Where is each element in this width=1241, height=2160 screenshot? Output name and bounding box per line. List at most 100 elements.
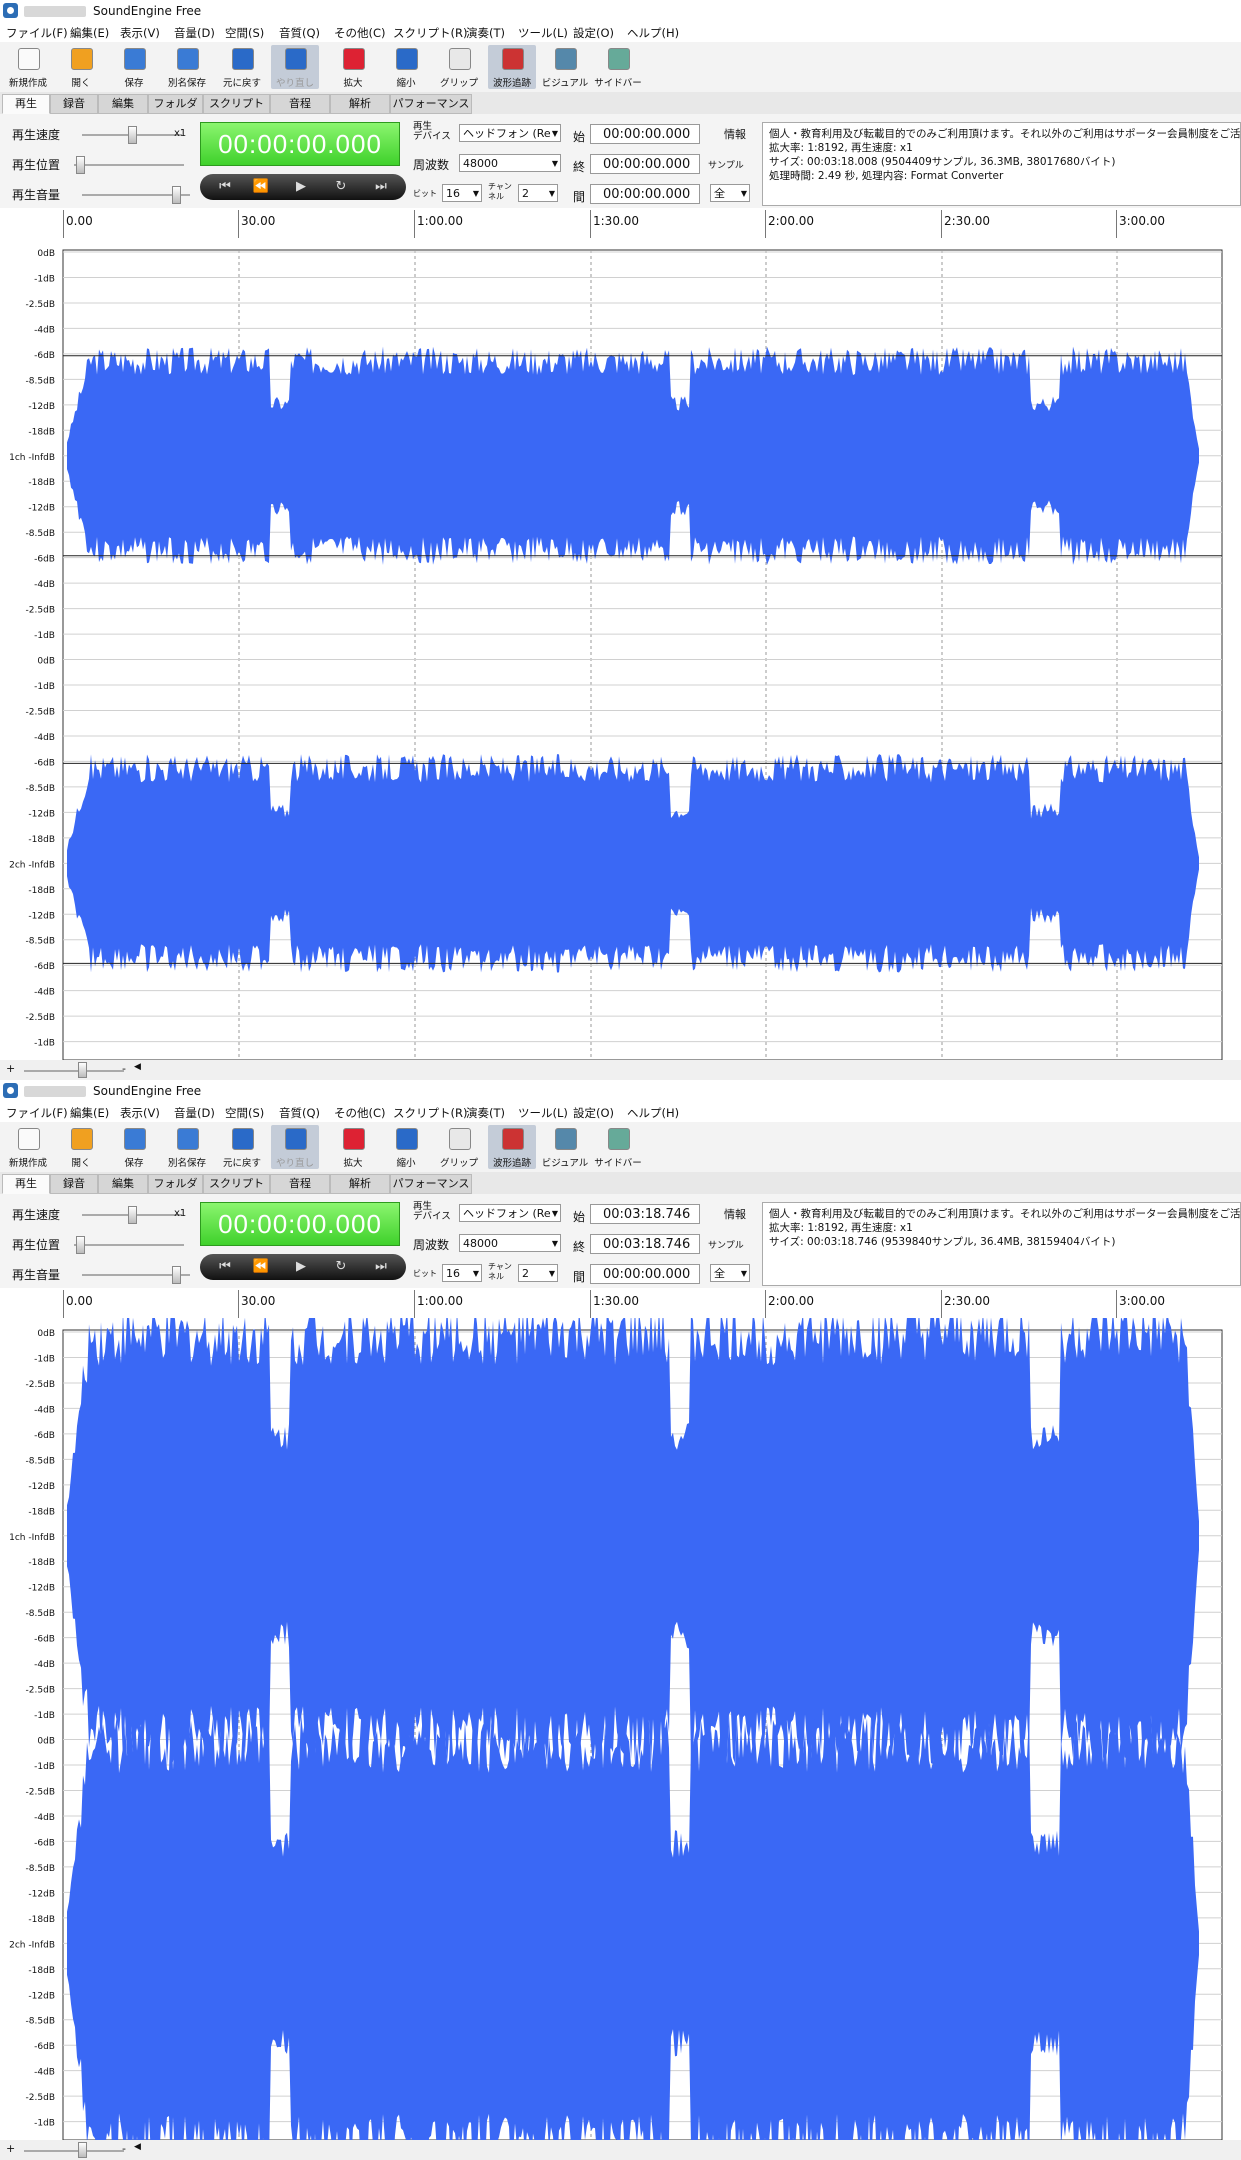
position-slider[interactable] [74,1244,184,1246]
tab[interactable]: 再生 [2,94,50,114]
horizontal-scrollbar[interactable]: + - ◀ [0,1060,1241,1080]
toolbar-button[interactable]: 元に戻す [218,1125,266,1169]
toolbar-button[interactable]: 拡大 [329,45,377,89]
skip-start-icon[interactable]: ⏮ [210,178,240,196]
menu-item[interactable]: 設定(O) [573,25,614,41]
tab[interactable]: 再生 [2,1174,50,1194]
waveform-area[interactable]: 0dB -1dB -2.5dB -4dB -6dB -8.5dB -12dB -18dB 1ch… [0,238,1241,1060]
toolbar-button[interactable]: 開く [57,1125,105,1169]
scroll-left-icon[interactable]: ◀ [134,1062,141,1072]
device-select[interactable]: ヘッドフォン (Re ▼ [459,124,561,142]
menu-item[interactable]: ヘルプ(H) [627,25,679,41]
toolbar-button[interactable]: 別名保存 [163,1125,211,1169]
menu-item[interactable]: スクリプト(R) [393,25,467,41]
toolbar-button[interactable]: 保存 [110,45,158,89]
waveform-svg[interactable]: 0dB -1dB -2.5dB -4dB -6dB -8.5dB -12dB -18dB 1ch… [0,238,1241,1060]
start-time-field[interactable]: 00:00:00.000 [590,124,700,144]
zoom-minus-icon[interactable]: - [122,2142,126,2155]
toolbar-button[interactable]: 保存 [110,1125,158,1169]
tab[interactable]: 解析 [330,1174,390,1194]
tab[interactable]: 音程 [270,1174,330,1194]
end-time-field[interactable]: 00:03:18.746 [590,1234,700,1254]
toolbar-button[interactable]: サイドバー [594,1125,642,1169]
menu-item[interactable]: 音量(D) [174,1105,215,1121]
tab[interactable]: フォルダ [148,1174,203,1194]
toolbar-button[interactable]: 波形追跡 [488,45,536,89]
tab[interactable]: 解析 [330,94,390,114]
toolbar-button[interactable]: 縮小 [382,45,430,89]
menu-item[interactable]: ツール(L) [518,25,568,41]
start-time-field[interactable]: 00:03:18.746 [590,1204,700,1224]
toolbar-button[interactable]: 波形追跡 [488,1125,536,1169]
speed-slider-thumb[interactable] [128,1206,137,1224]
toolbar-button[interactable]: 新規作成 [4,1125,52,1169]
toolbar-button[interactable]: 開く [57,45,105,89]
tab[interactable]: フォルダ [148,94,203,114]
skip-start-icon[interactable]: ⏮ [210,1258,240,1276]
waveform-svg[interactable]: 0dB -1dB -2.5dB -4dB -6dB -8.5dB -12dB -18dB 1ch… [0,1318,1241,2140]
menu-item[interactable]: 編集(E) [70,1105,109,1121]
toolbar-button[interactable]: 元に戻す [218,45,266,89]
device-select[interactable]: ヘッドフォン (Re ▼ [459,1204,561,1222]
zoom-plus-icon[interactable]: + [6,1062,15,1075]
toolbar-button[interactable]: やり直し [271,1125,319,1169]
freq-select[interactable]: 48000 ▼ [459,154,561,172]
zoom-plus-icon[interactable]: + [6,2142,15,2155]
position-slider[interactable] [74,164,184,166]
tab[interactable]: 録音 [50,1174,98,1194]
toolbar-button[interactable]: やり直し [271,45,319,89]
menu-item[interactable]: 演奏(T) [466,25,505,41]
menu-item[interactable]: 音量(D) [174,25,215,41]
toolbar-button[interactable]: グリップ [435,1125,483,1169]
menu-item[interactable]: ファイル(F) [6,25,68,41]
zoom-slider[interactable] [24,1070,124,1072]
tab[interactable]: 録音 [50,94,98,114]
toolbar-button[interactable]: 拡大 [329,1125,377,1169]
span-time-field[interactable]: 00:00:00.000 [590,1264,700,1284]
menu-item[interactable]: 空間(S) [225,25,264,41]
rewind-icon[interactable]: ⏪ [246,178,276,196]
speed-slider-thumb[interactable] [128,126,137,144]
toolbar-button[interactable]: グリップ [435,45,483,89]
waveform-area[interactable]: 0dB -1dB -2.5dB -4dB -6dB -8.5dB -12dB -18dB 1ch… [0,1318,1241,2140]
position-slider-thumb[interactable] [76,156,85,174]
tab[interactable]: 音程 [270,94,330,114]
menu-item[interactable]: 表示(V) [120,1105,160,1121]
toolbar-button[interactable]: サイドバー [594,45,642,89]
menu-item[interactable]: 音質(Q) [279,25,320,41]
volume-slider-thumb[interactable] [172,186,181,204]
play-icon[interactable]: ▶ [286,1258,316,1276]
menu-item[interactable]: ファイル(F) [6,1105,68,1121]
volume-slider-thumb[interactable] [172,1266,181,1284]
menu-item[interactable]: 設定(O) [573,1105,614,1121]
span-unit-select[interactable]: 全 ▼ [710,1264,750,1282]
freq-select[interactable]: 48000 ▼ [459,1234,561,1252]
skip-end-icon[interactable]: ⏭ [366,1258,396,1276]
tab[interactable]: パフォーマンス [390,94,472,114]
bit-select[interactable]: 16 ▼ [442,1264,482,1282]
tab[interactable]: 編集 [98,1174,148,1194]
toolbar-button[interactable]: 新規作成 [4,45,52,89]
position-slider-thumb[interactable] [76,1236,85,1254]
tab[interactable]: パフォーマンス [390,1174,472,1194]
zoom-slider[interactable] [24,2150,124,2152]
tab[interactable]: スクリプト [203,1174,270,1194]
rewind-icon[interactable]: ⏪ [246,1258,276,1276]
zoom-slider-thumb[interactable] [78,1062,87,1078]
menu-item[interactable]: 演奏(T) [466,1105,505,1121]
menu-item[interactable]: 音質(Q) [279,1105,320,1121]
toolbar-button[interactable]: ビジュアル [541,1125,589,1169]
menu-item[interactable]: 編集(E) [70,25,109,41]
toolbar-button[interactable]: 別名保存 [163,45,211,89]
menu-item[interactable]: 表示(V) [120,25,160,41]
tab[interactable]: スクリプト [203,94,270,114]
menu-item[interactable]: ヘルプ(H) [627,1105,679,1121]
toolbar-button[interactable]: ビジュアル [541,45,589,89]
menu-item[interactable]: 空間(S) [225,1105,264,1121]
play-icon[interactable]: ▶ [286,178,316,196]
horizontal-scrollbar[interactable]: + - ◀ [0,2140,1241,2160]
loop-icon[interactable]: ↻ [326,1258,356,1276]
loop-icon[interactable]: ↻ [326,178,356,196]
menu-item[interactable]: その他(C) [334,1105,386,1121]
span-unit-select[interactable]: 全 ▼ [710,184,750,202]
